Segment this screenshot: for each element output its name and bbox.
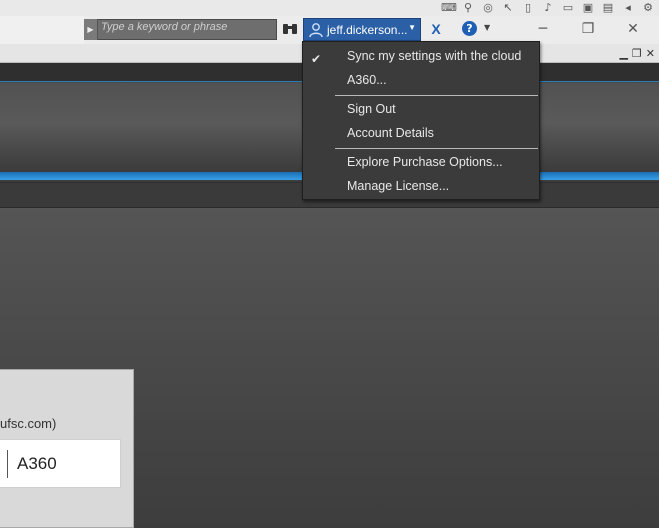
arrow-icon[interactable]: ◂ [621, 2, 635, 14]
account-email-label: ufsc.com) [0, 416, 57, 431]
document-window-controls: ▁ ❐ ✕ [619, 44, 655, 62]
help-icon: ? [462, 21, 477, 36]
cursor-icon[interactable]: ↖ [501, 2, 515, 14]
menu-item-manage-license[interactable]: Manage License... [347, 179, 449, 193]
menu-separator [335, 95, 538, 96]
account-menu: ✔ Sync my settings with the cloud A360..… [302, 41, 540, 200]
pin-icon[interactable]: ⚲ [461, 2, 475, 14]
doc-close-icon[interactable]: ✕ [646, 47, 655, 60]
checkmark-icon: ✔ [311, 52, 322, 66]
service-value: A360 [17, 454, 57, 473]
terminal-icon[interactable]: ▤ [601, 2, 615, 14]
search-placeholder: Type a keyword or phrase [101, 21, 228, 33]
window-icon[interactable]: ▣ [581, 2, 595, 14]
monitor-icon[interactable]: ▭ [561, 2, 575, 14]
globe-icon[interactable]: ◎ [481, 2, 495, 14]
service-field[interactable]: A360 [0, 439, 121, 488]
keyboard-icon[interactable]: ⌨ [441, 2, 457, 14]
menu-item-account-details[interactable]: Account Details [347, 126, 434, 140]
chevron-down-icon: ▼ [484, 23, 491, 32]
chevron-down-icon: ▼ [408, 23, 416, 32]
field-divider [7, 450, 8, 478]
binoculars-icon[interactable] [281, 21, 299, 37]
menu-item-sync-settings[interactable]: Sync my settings with the cloud [347, 49, 521, 63]
gear-icon[interactable]: ⚙ [641, 2, 655, 14]
document-icon[interactable]: ▯ [521, 2, 535, 14]
account-button[interactable]: jeff.dickerson... ▼ [303, 18, 421, 41]
menu-item-sign-out[interactable]: Sign Out [347, 102, 396, 116]
menu-separator [335, 148, 538, 149]
title-bar-left [0, 16, 84, 44]
menu-item-a360[interactable]: A360... [347, 73, 387, 87]
close-button[interactable]: ✕ [618, 19, 648, 39]
user-icon [308, 22, 324, 38]
minimize-button[interactable]: ─ [528, 19, 558, 39]
tray-icons: ⌨ ⚲ ◎ ↖ ▯ ♪ ▭ ▣ ▤ ◂ ⚙ [441, 0, 655, 16]
doc-minimize-icon[interactable]: ▁ [619, 47, 627, 60]
exchange-icon[interactable]: X [427, 21, 445, 38]
system-tray: ⌨ ⚲ ◎ ↖ ▯ ♪ ▭ ▣ ▤ ◂ ⚙ [0, 0, 659, 16]
menu-item-explore-purchase[interactable]: Explore Purchase Options... [347, 155, 503, 169]
account-username: jeff.dickerson... [327, 23, 408, 37]
help-button[interactable]: ? ▼ [456, 21, 494, 38]
speaker-icon[interactable]: ♪ [541, 2, 555, 14]
restore-button[interactable]: ❐ [573, 19, 603, 39]
search-expand-icon[interactable]: ▶ [84, 19, 98, 40]
sign-in-dialog: ufsc.com) A360 [0, 369, 134, 528]
doc-restore-icon[interactable]: ❐ [632, 47, 642, 60]
